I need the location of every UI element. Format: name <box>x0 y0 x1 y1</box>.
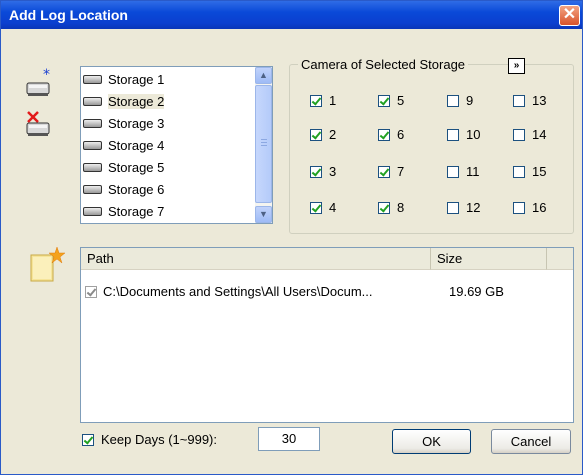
drive-icon <box>83 184 102 194</box>
camera-checkbox-11[interactable]: 11 <box>447 164 480 179</box>
camera-checkbox-8[interactable]: 8 <box>378 200 404 215</box>
camera-checkbox-5[interactable]: 5 <box>378 93 404 108</box>
camera-checkbox-15[interactable]: 15 <box>513 164 546 179</box>
camera-group-label: Camera of Selected Storage <box>298 57 469 72</box>
storage-item-selected[interactable]: Storage 2 <box>83 91 165 111</box>
camera-checkbox-1[interactable]: 1 <box>310 93 336 108</box>
drive-icon <box>83 162 102 172</box>
storage-list-scrollbar[interactable]: ▲ ▼ <box>255 67 272 223</box>
close-button[interactable]: ✕ <box>559 5 580 26</box>
camera-checkbox-10[interactable]: 10 <box>447 127 480 142</box>
storage-item[interactable]: Storage 7 <box>83 201 164 221</box>
add-log-location-dialog: Add Log Location ✕ * Storage 1 Storage 2… <box>0 0 583 475</box>
add-storage-icon[interactable]: * <box>23 67 63 103</box>
row-checkbox[interactable] <box>85 285 97 298</box>
camera-checkbox-16[interactable]: 16 <box>513 200 546 215</box>
table-row[interactable]: C:\Documents and Settings\All Users\Docu… <box>85 284 504 299</box>
storage-item[interactable]: Storage 5 <box>83 157 164 177</box>
row-size: 19.69 GB <box>449 284 504 299</box>
ok-button[interactable]: OK <box>392 429 471 454</box>
more-cameras-button[interactable]: » <box>508 58 525 74</box>
drive-icon <box>83 74 102 84</box>
dialog-title: Add Log Location <box>9 7 128 23</box>
storage-item[interactable]: Storage 3 <box>83 113 164 133</box>
camera-checkbox-14[interactable]: 14 <box>513 127 546 142</box>
scroll-up-button[interactable]: ▲ <box>255 67 272 84</box>
camera-checkbox-9[interactable]: 9 <box>447 93 473 108</box>
column-header-path[interactable]: Path <box>81 248 431 270</box>
storage-item[interactable]: Storage 1 <box>83 69 164 89</box>
svg-text:*: * <box>43 67 50 83</box>
drive-icon <box>83 206 102 216</box>
storage-item[interactable]: Storage 4 <box>83 135 164 155</box>
keep-days-label: Keep Days (1~999): <box>101 432 217 447</box>
keep-days-checkbox[interactable]: Keep Days (1~999): <box>82 432 217 447</box>
scroll-down-button[interactable]: ▼ <box>255 206 272 223</box>
camera-checkbox-2[interactable]: 2 <box>310 127 336 142</box>
camera-checkbox-4[interactable]: 4 <box>310 200 336 215</box>
camera-checkbox-3[interactable]: 3 <box>310 164 336 179</box>
drive-icon <box>83 140 102 150</box>
camera-checkbox-13[interactable]: 13 <box>513 93 546 108</box>
column-header-size[interactable]: Size <box>431 248 547 270</box>
new-folder-icon[interactable] <box>27 246 67 283</box>
column-header-filler <box>547 248 573 270</box>
log-location-list[interactable]: Path Size C:\Documents and Settings\All … <box>80 247 574 423</box>
cancel-button[interactable]: Cancel <box>491 429 571 454</box>
title-bar: Add Log Location ✕ <box>1 1 582 29</box>
keep-days-input[interactable]: 30 <box>258 427 320 451</box>
camera-checkbox-12[interactable]: 12 <box>447 200 480 215</box>
storage-item[interactable]: Storage 6 <box>83 179 164 199</box>
drive-icon <box>83 118 102 128</box>
camera-checkbox-7[interactable]: 7 <box>378 164 404 179</box>
scroll-thumb[interactable] <box>255 85 272 203</box>
drive-icon <box>83 96 102 106</box>
storage-list[interactable]: Storage 1 Storage 2 Storage 3 Storage 4 … <box>80 66 273 224</box>
row-path: C:\Documents and Settings\All Users\Docu… <box>103 284 373 299</box>
camera-checkbox-6[interactable]: 6 <box>378 127 404 142</box>
keep-days-check[interactable] <box>82 433 94 446</box>
remove-storage-icon[interactable] <box>23 107 63 143</box>
dialog-client: * Storage 1 Storage 2 Storage 3 Storage … <box>1 29 582 474</box>
